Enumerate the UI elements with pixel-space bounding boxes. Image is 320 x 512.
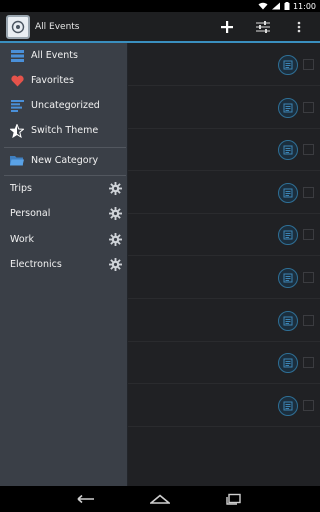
drawer-item-favorites[interactable]: Favorites: [0, 68, 128, 93]
recents-icon: [226, 493, 241, 505]
event-checkbox[interactable]: [303, 399, 314, 411]
event-details-icon[interactable]: [278, 97, 298, 118]
drawer-item-uncategorized[interactable]: Uncategorized: [0, 93, 128, 118]
event-row[interactable]: [128, 43, 320, 86]
category-item-electronics[interactable]: Electronics: [0, 252, 128, 277]
event-row[interactable]: [128, 299, 320, 342]
filter-sliders-icon: [256, 20, 270, 33]
back-icon: [77, 494, 94, 504]
home-icon: [150, 494, 170, 504]
event-checkbox[interactable]: [303, 314, 314, 326]
add-icon: [221, 20, 233, 33]
event-checkbox[interactable]: [303, 229, 314, 241]
category-label: Trips: [10, 183, 32, 194]
event-row[interactable]: [128, 384, 320, 427]
add-button[interactable]: [218, 18, 236, 36]
event-checkbox[interactable]: [303, 144, 314, 156]
drawer-item-new-category[interactable]: New Category: [0, 148, 128, 173]
drawer-item-label: All Events: [31, 50, 78, 61]
event-list: [128, 43, 320, 486]
signal-icon: [271, 2, 280, 10]
event-details-icon[interactable]: [278, 353, 298, 374]
event-details-icon[interactable]: [278, 55, 298, 75]
home-button[interactable]: [149, 491, 171, 507]
overflow-menu-button[interactable]: [290, 18, 308, 36]
filter-button[interactable]: [254, 18, 272, 36]
system-nav-bar: [0, 486, 320, 512]
recents-button[interactable]: [223, 491, 245, 507]
wifi-icon: [258, 2, 268, 10]
gear-icon[interactable]: [109, 182, 122, 195]
category-label: Work: [10, 234, 35, 245]
battery-icon: [284, 2, 290, 10]
event-row[interactable]: [128, 86, 320, 129]
event-checkbox[interactable]: [303, 272, 314, 283]
drawer-item-label: Favorites: [31, 75, 74, 86]
category-item-work[interactable]: Work: [0, 227, 128, 252]
lines-icon: [9, 98, 25, 114]
event-details-icon[interactable]: [278, 310, 298, 331]
event-checkbox[interactable]: [303, 186, 314, 198]
category-item-personal[interactable]: Personal: [0, 201, 128, 226]
back-button[interactable]: [75, 491, 97, 507]
event-checkbox[interactable]: [303, 357, 314, 369]
drawer-item-all-events[interactable]: All Events: [0, 43, 128, 68]
drawer-item-label: New Category: [31, 155, 99, 166]
event-checkbox[interactable]: [303, 59, 314, 70]
list-icon: [9, 48, 25, 64]
event-details-icon[interactable]: [278, 395, 298, 416]
event-row[interactable]: [128, 213, 320, 257]
event-details-icon[interactable]: [278, 268, 298, 288]
drawer-item-label: Uncategorized: [31, 100, 100, 111]
event-checkbox[interactable]: [303, 101, 314, 113]
event-row[interactable]: [128, 171, 320, 214]
category-label: Electronics: [10, 259, 62, 270]
event-row[interactable]: [128, 341, 320, 385]
page-title: All Events: [35, 21, 80, 32]
drawer-item-switch-theme[interactable]: Switch Theme: [0, 118, 128, 143]
event-details-icon[interactable]: [278, 182, 298, 203]
navigation-drawer: All Events Favorites Uncategorized Switc…: [0, 43, 128, 486]
star-half-icon: [9, 123, 25, 139]
status-bar: 11:00: [0, 0, 320, 12]
gear-icon[interactable]: [109, 233, 122, 246]
drawer-item-label: Switch Theme: [31, 125, 99, 136]
status-time: 11:00: [292, 1, 316, 11]
category-item-trips[interactable]: Trips: [0, 176, 128, 201]
action-bar: All Events: [0, 12, 320, 43]
event-details-icon[interactable]: [278, 140, 298, 161]
app-logo-icon[interactable]: [6, 14, 30, 39]
category-label: Personal: [10, 208, 51, 219]
overflow-menu-icon: [297, 21, 301, 32]
event-details-icon[interactable]: [278, 225, 298, 246]
folder-icon: [9, 153, 25, 169]
gear-icon[interactable]: [109, 207, 122, 220]
event-row[interactable]: [128, 256, 320, 299]
gear-icon[interactable]: [109, 258, 122, 271]
heart-icon: [9, 73, 25, 89]
event-row[interactable]: [128, 128, 320, 172]
